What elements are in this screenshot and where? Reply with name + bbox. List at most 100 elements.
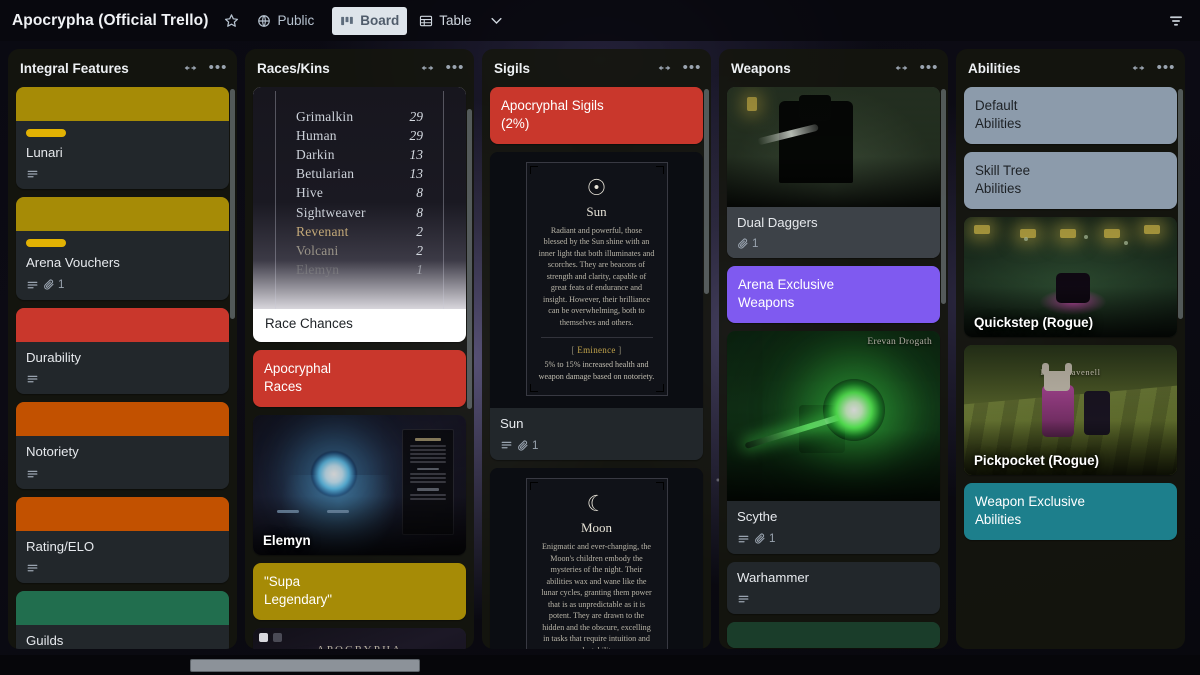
card-title: Apocryphal Sigils(2%) <box>501 97 692 133</box>
scrollbar-thumb[interactable] <box>190 659 420 672</box>
list-scrollbar[interactable] <box>704 89 709 294</box>
card-title: Pickpocket (Rogue) <box>974 453 1099 468</box>
card-durability[interactable]: Durability <box>16 308 229 394</box>
card-body: Notoriety <box>16 436 229 488</box>
card-badge-description <box>26 279 39 292</box>
badge-count: 1 <box>532 440 538 452</box>
card-skill-tree-abilities[interactable]: Skill TreeAbilities <box>964 152 1177 209</box>
card-image-cover: APOCRYPHA <box>253 628 466 650</box>
card-body: Durability <box>16 342 229 394</box>
card-badges <box>26 168 219 181</box>
card-partial[interactable] <box>727 622 940 648</box>
page-title: Apocrypha (Official Trello) <box>12 12 208 30</box>
race-name: Darkin <box>296 147 335 163</box>
collapse-icon[interactable] <box>1127 58 1149 78</box>
sigil-name: Moon <box>537 520 657 536</box>
card-image-cover: Erevan Drogath <box>727 331 940 501</box>
ellipsis-glyph: ••• <box>1157 64 1176 72</box>
list-title[interactable]: Abilities <box>968 61 1121 76</box>
card--supa-legendary-[interactable]: "SupaLegendary" <box>253 563 466 620</box>
card-sigil-moon[interactable]: ☾MoonEnigmatic and ever-changing, the Mo… <box>490 468 703 649</box>
card-sigil-sun[interactable]: ☉SunRadiant and powerful, those blessed … <box>490 152 703 460</box>
description-icon <box>26 562 39 575</box>
tab-board[interactable]: Board <box>332 7 407 35</box>
list-scrollbar[interactable] <box>941 89 946 304</box>
card-race-chances[interactable]: Grimalkin29Human29Darkin13Betularian13Hi… <box>253 87 466 342</box>
tab-table[interactable]: Table <box>411 7 479 35</box>
collapse-icon[interactable] <box>179 58 201 78</box>
race-row: Sightweaver8 <box>290 203 429 222</box>
card-label-chip[interactable] <box>26 129 66 137</box>
card-rating-elo[interactable]: Rating/ELO <box>16 497 229 583</box>
description-icon <box>737 533 750 546</box>
card-scythe[interactable]: Erevan DrogathScythe1 <box>727 331 940 553</box>
list-scrollbar[interactable] <box>230 89 235 319</box>
card-title: Notoriety <box>26 443 219 460</box>
list-scrollbar[interactable] <box>467 109 472 409</box>
sigil-glyph-icon: ☾ <box>537 491 657 517</box>
card-body: Warhammer <box>727 562 940 614</box>
card-apocryphal-sigils-2-[interactable]: Apocryphal Sigils(2%) <box>490 87 703 144</box>
race-chance-value: 8 <box>416 185 423 201</box>
list-title[interactable]: Sigils <box>494 61 647 76</box>
list-header: Integral Features ••• <box>8 49 237 87</box>
card-warhammer[interactable]: Warhammer <box>727 562 940 614</box>
card-arena-exclusive-weapons[interactable]: Arena ExclusiveWeapons <box>727 266 940 323</box>
star-glyph <box>224 13 239 28</box>
card-notoriety[interactable]: Notoriety <box>16 402 229 488</box>
board-horizontal-scrollbar[interactable] <box>0 655 1200 675</box>
chevron-down-icon[interactable] <box>482 7 511 35</box>
card-title: Dual Daggers <box>737 214 930 231</box>
list-races-kins: Races/Kins•••Grimalkin29Human29Darkin13B… <box>245 49 474 649</box>
card-lunari[interactable]: Lunari <box>16 87 229 189</box>
card-body: Rating/ELO <box>16 531 229 583</box>
card-title: Lunari <box>26 144 219 161</box>
card-label-chip[interactable] <box>26 239 66 247</box>
sigil-glyph-icon: ☉ <box>537 175 657 201</box>
list-menu-icon[interactable]: ••• <box>207 58 229 78</box>
card-dual-daggers[interactable]: Dual Daggers 1 <box>727 87 940 258</box>
collapse-icon[interactable] <box>416 58 438 78</box>
list-menu-icon[interactable]: ••• <box>681 58 703 78</box>
visibility-button[interactable]: Public <box>249 7 322 35</box>
attachment-icon <box>517 440 529 452</box>
card-default-abilities[interactable]: DefaultAbilities <box>964 87 1177 144</box>
card-pickpocket-rogue-[interactable]: Faren RavenellPickpocket (Rogue) <box>964 345 1177 475</box>
list-menu-icon[interactable]: ••• <box>444 58 466 78</box>
race-row: Darkin13 <box>290 145 429 164</box>
list-menu-icon[interactable]: ••• <box>918 58 940 78</box>
list-title[interactable]: Integral Features <box>20 61 173 76</box>
card-image-apocrypha[interactable]: APOCRYPHA <box>253 628 466 650</box>
card-arena-vouchers[interactable]: Arena Vouchers1 <box>16 197 229 299</box>
list-scrollbar[interactable] <box>1178 89 1183 319</box>
collapse-icon[interactable] <box>653 58 675 78</box>
card-guilds[interactable]: Guilds <box>16 591 229 649</box>
card-apocryphal-races[interactable]: ApocryphalRaces <box>253 350 466 407</box>
description-icon <box>737 593 750 606</box>
filter-icon[interactable] <box>1162 7 1190 35</box>
card-badge-attachment: 1 <box>737 238 758 250</box>
badge-count: 1 <box>752 238 758 250</box>
race-chance-value: 1 <box>416 262 423 278</box>
race-chance-value: 2 <box>416 243 423 259</box>
card-badge-attachment: 1 <box>517 440 538 452</box>
card-elemyn[interactable]: Elemyn <box>253 415 466 555</box>
list-title[interactable]: Weapons <box>731 61 884 76</box>
race-chances-table: Grimalkin29Human29Darkin13Betularian13Hi… <box>275 91 444 309</box>
card-image-cover: Faren RavenellPickpocket (Rogue) <box>964 345 1177 475</box>
star-icon[interactable] <box>218 7 245 35</box>
card-quickstep-rogue-[interactable]: Quickstep (Rogue) <box>964 217 1177 337</box>
card-badges: 1 <box>737 533 930 546</box>
list-title[interactable]: Races/Kins <box>257 61 410 76</box>
card-weapon-exclusive-abilities[interactable]: Weapon ExclusiveAbilities <box>964 483 1177 540</box>
description-icon <box>26 373 39 386</box>
list-menu-icon[interactable]: ••• <box>1155 58 1177 78</box>
visibility-label: Public <box>277 13 314 28</box>
card-badge-attachment: 1 <box>754 533 775 545</box>
card-badge-description <box>26 468 39 481</box>
race-row: Revenant2 <box>290 222 429 241</box>
collapse-icon <box>894 61 909 75</box>
card-badges: 1 <box>737 238 930 250</box>
card-body: Scythe1 <box>727 501 940 553</box>
collapse-icon[interactable] <box>890 58 912 78</box>
